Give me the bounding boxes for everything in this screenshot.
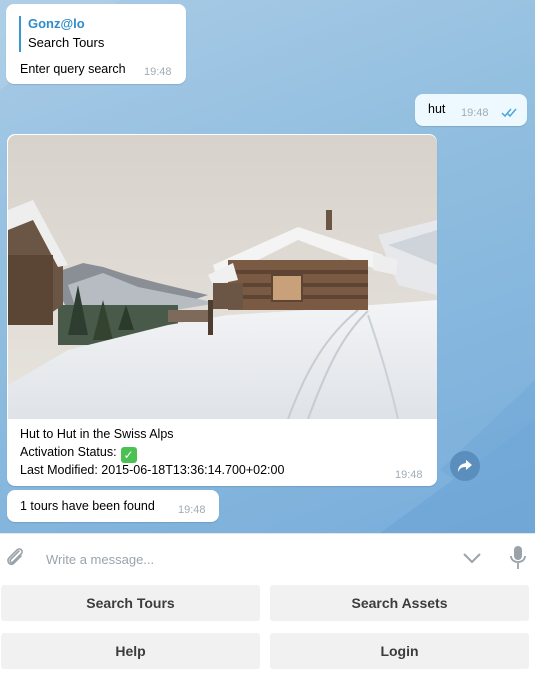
- help-button[interactable]: Help: [1, 633, 260, 669]
- tour-title: Hut to Hut in the Swiss Alps: [20, 427, 174, 441]
- search-assets-button[interactable]: Search Assets: [270, 585, 529, 621]
- tour-last-modified: Last Modified: 2015-06-18T13:36:14.700+0…: [20, 463, 285, 477]
- microphone-icon[interactable]: [509, 545, 527, 576]
- swiss-hut-image: [8, 135, 437, 419]
- chat-area: Gonz@lo Search Tours Enter query search …: [0, 0, 535, 533]
- read-ticks-icon: [501, 106, 519, 121]
- forward-button[interactable]: [450, 451, 480, 481]
- bot-message-result: 1 tours have been found 19:48: [7, 490, 219, 522]
- tour-photo[interactable]: [8, 135, 437, 419]
- user-message: hut 19:48: [415, 94, 527, 126]
- message-time: 19:48: [144, 66, 172, 78]
- search-tours-button[interactable]: Search Tours: [1, 585, 260, 621]
- message-input[interactable]: [44, 548, 428, 570]
- message-time: 19:48: [178, 504, 206, 516]
- check-mark-icon: ✓: [120, 447, 137, 463]
- reply-sender-name: Gonz@lo: [28, 16, 85, 31]
- login-button[interactable]: Login: [270, 633, 529, 669]
- bot-message-query: Gonz@lo Search Tours Enter query search …: [6, 4, 186, 84]
- message-text: hut: [428, 102, 446, 116]
- status-label: Activation Status:: [20, 445, 117, 459]
- attach-icon[interactable]: [4, 545, 26, 574]
- message-text: Enter query search: [20, 62, 126, 76]
- message-text: 1 tours have been found: [20, 499, 155, 513]
- reply-quoted-text: Search Tours: [28, 35, 105, 50]
- chevron-down-icon[interactable]: [462, 551, 482, 570]
- forward-arrow-icon: [458, 460, 472, 472]
- message-time: 19:48: [395, 469, 423, 481]
- message-composer: [0, 533, 535, 582]
- bot-keyboard: Search Tours Search Assets Help Login: [0, 581, 535, 675]
- message-time: 19:48: [461, 107, 489, 119]
- tour-status: Activation Status: ✓: [20, 444, 137, 463]
- reply-bar: [19, 16, 21, 52]
